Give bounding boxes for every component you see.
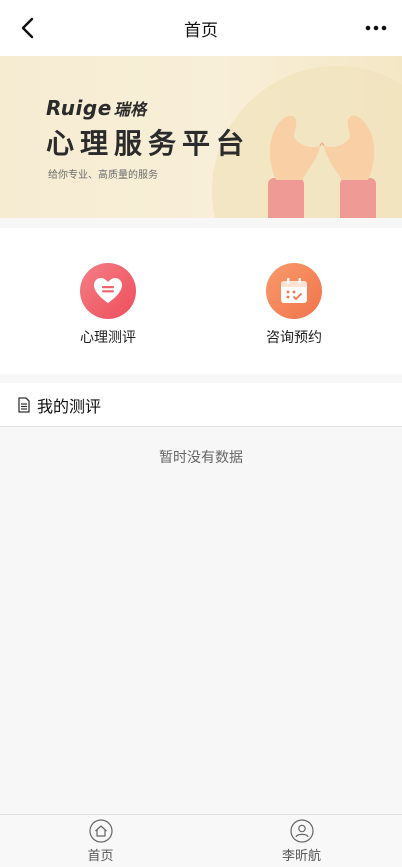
top-nav-bar: 首页 (0, 0, 402, 56)
tab-label: 李昕航 (281, 848, 321, 864)
tab-label: 首页 (87, 848, 114, 864)
heart-icon (94, 278, 122, 303)
service-label: 心理测评 (80, 330, 136, 346)
section-title: 我的测评 (37, 396, 102, 416)
brand-cn: 瑞格 (113, 100, 147, 119)
tab-profile[interactable]: 李昕航 (201, 815, 402, 867)
my-assessments-header: 我的测评 (0, 383, 402, 427)
tab-home[interactable]: 首页 (0, 815, 201, 867)
empty-state-text: 暂时没有数据 (159, 450, 243, 466)
service-psych-assessment[interactable]: 心理测评 (48, 263, 168, 347)
service-icon-circle (80, 263, 136, 319)
heart-hands-illustration (268, 115, 376, 218)
service-icon-circle (266, 263, 322, 319)
calendar-icon (281, 278, 307, 303)
page-title: 首页 (184, 20, 218, 41)
brand-latin: Ruige (46, 96, 112, 120)
home-icon (88, 818, 113, 843)
chevron-left-icon[interactable] (14, 14, 42, 42)
hero-banner[interactable]: Ruige 瑞格 心理服务平台 给你专业、高质量的服务 (0, 56, 402, 218)
service-grid: 心理测评 咨询预约 (0, 228, 402, 374)
user-icon (289, 818, 314, 843)
service-consult-booking[interactable]: 咨询预约 (234, 263, 354, 347)
banner-subtitle: 给你专业、高质量的服务 (48, 170, 158, 181)
bottom-tab-bar: 首页 李昕航 (0, 814, 402, 867)
assessment-list: 暂时没有数据 (0, 427, 402, 814)
brand-logo: Ruige 瑞格 (46, 96, 147, 120)
document-icon (18, 396, 30, 413)
banner-headline: 心理服务平台 (46, 127, 251, 160)
service-label: 咨询预约 (266, 330, 322, 346)
ellipsis-icon[interactable] (364, 16, 388, 40)
